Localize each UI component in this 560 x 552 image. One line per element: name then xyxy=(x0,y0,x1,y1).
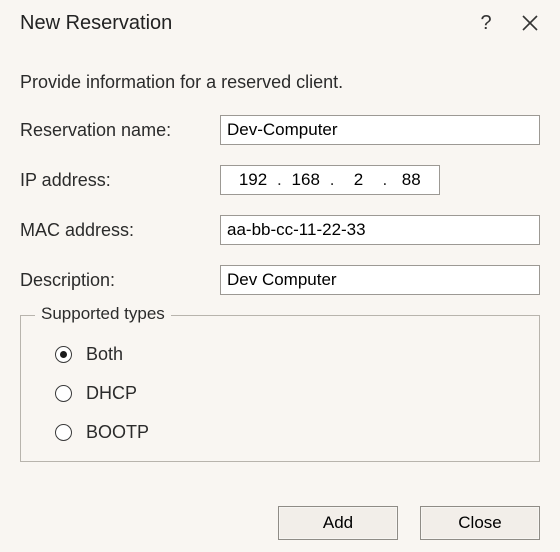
mac-address-label: MAC address: xyxy=(20,220,220,241)
mac-address-input[interactable] xyxy=(220,215,540,245)
row-description: Description: xyxy=(20,265,540,295)
window: New Reservation ? Provide information fo… xyxy=(0,0,560,552)
radio-dhcp[interactable]: DHCP xyxy=(55,383,521,404)
help-button[interactable]: ? xyxy=(464,1,508,45)
row-mac-address: MAC address: xyxy=(20,215,540,245)
close-icon xyxy=(522,15,538,31)
dialog-content: Provide information for a reserved clien… xyxy=(0,46,560,462)
description-label: Description: xyxy=(20,270,220,291)
radio-both[interactable]: Both xyxy=(55,344,521,365)
radio-bootp-label: BOOTP xyxy=(86,422,149,443)
radio-both-label: Both xyxy=(86,344,123,365)
intro-text: Provide information for a reserved clien… xyxy=(20,72,540,93)
radio-bootp[interactable]: BOOTP xyxy=(55,422,521,443)
window-title: New Reservation xyxy=(20,12,464,35)
supported-types-legend: Supported types xyxy=(35,304,171,324)
radio-icon xyxy=(55,424,72,441)
dialog-button-row: Add Close xyxy=(256,506,540,540)
ip-octet-4[interactable] xyxy=(389,169,433,191)
ip-octet-3[interactable] xyxy=(336,169,380,191)
radio-icon xyxy=(55,385,72,402)
radio-icon xyxy=(55,346,72,363)
ip-dot: . xyxy=(328,170,337,190)
radio-dhcp-label: DHCP xyxy=(86,383,137,404)
description-input[interactable] xyxy=(220,265,540,295)
supported-types-group: Supported types Both DHCP BOOTP xyxy=(20,315,540,462)
question-icon: ? xyxy=(480,12,491,35)
reservation-name-input[interactable] xyxy=(220,115,540,145)
ip-octet-1[interactable] xyxy=(231,169,275,191)
row-ip-address: IP address: . . . xyxy=(20,165,540,195)
reservation-name-label: Reservation name: xyxy=(20,120,220,141)
ip-octet-2[interactable] xyxy=(284,169,328,191)
close-window-button[interactable] xyxy=(508,1,552,45)
add-button[interactable]: Add xyxy=(278,506,398,540)
row-reservation-name: Reservation name: xyxy=(20,115,540,145)
titlebar: New Reservation ? xyxy=(0,0,560,46)
ip-address-label: IP address: xyxy=(20,170,220,191)
ip-dot: . xyxy=(380,170,389,190)
close-button[interactable]: Close xyxy=(420,506,540,540)
ip-dot: . xyxy=(275,170,284,190)
ip-address-input-group: . . . xyxy=(220,165,440,195)
